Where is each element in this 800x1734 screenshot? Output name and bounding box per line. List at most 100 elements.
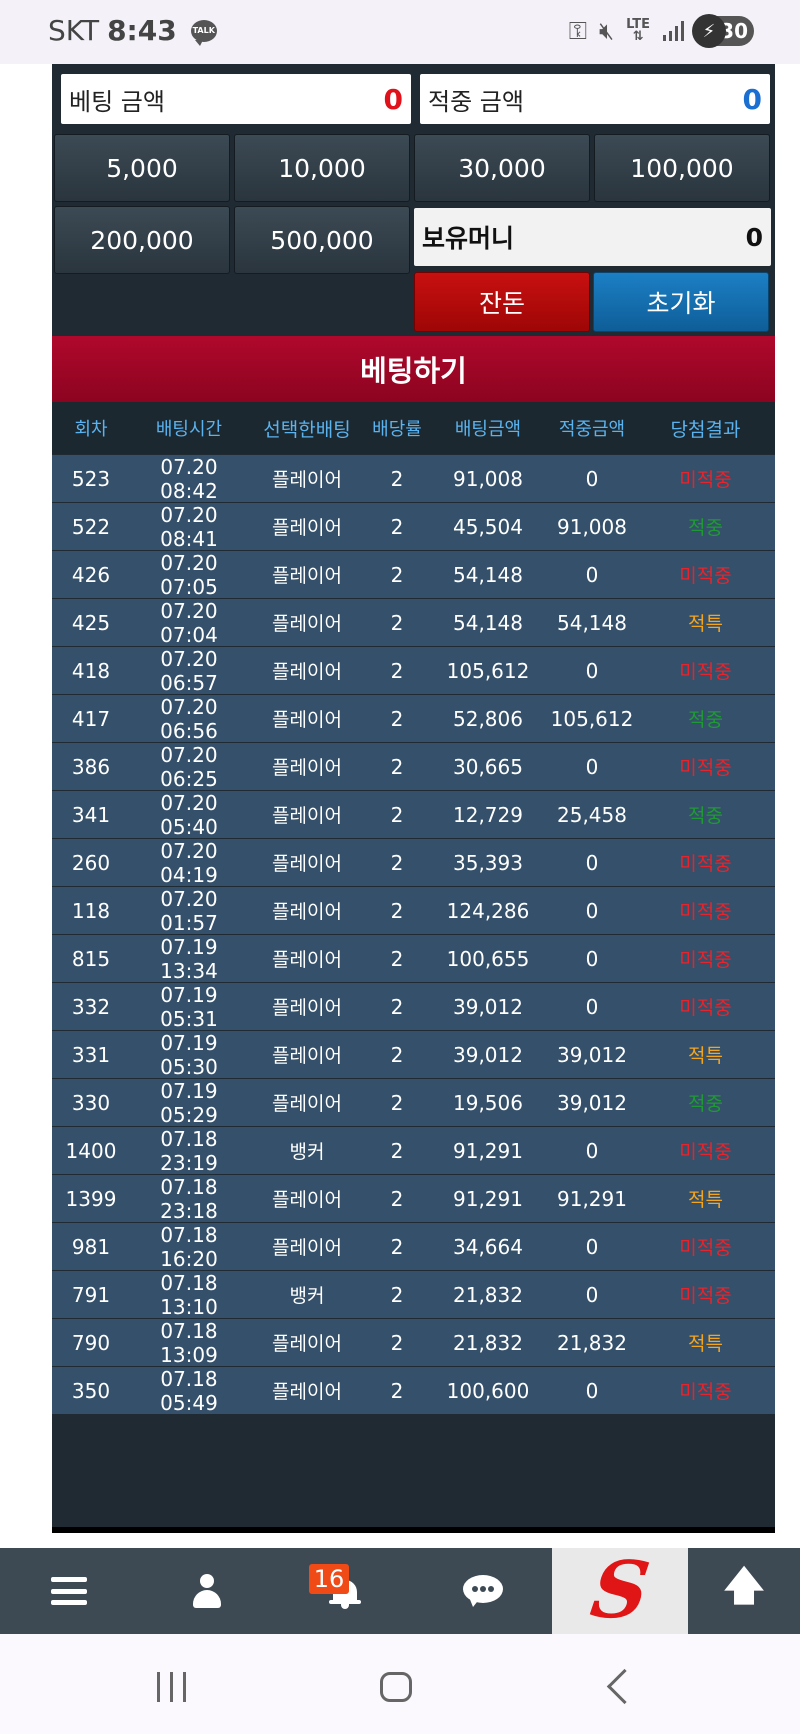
win-amount-value: 0: [742, 82, 762, 116]
cell-win-amount: 0: [585, 1378, 599, 1403]
cell-round: 522: [71, 514, 111, 539]
bet-panel: 베팅 금액 0 적중 금액 0 5,000 10,000 30,000 100,…: [52, 64, 775, 1533]
balance-box: 보유머니 0: [414, 208, 771, 266]
cell-time: 07.19 05:30: [160, 1030, 218, 1079]
cell-pick: 플레이어: [272, 1381, 342, 1403]
cell-odds: 2: [390, 994, 404, 1019]
bottom-app-bar: 16 S 🡅: [0, 1545, 800, 1636]
chat-icon: [463, 1575, 503, 1607]
site-logo-button[interactable]: S: [552, 1545, 688, 1636]
cell-win-amount: 54,148: [557, 610, 627, 635]
cell-time: 07.19 05:31: [160, 982, 218, 1031]
cell-pick: 플레이어: [272, 613, 342, 635]
cell-bet-amount: 52,806: [453, 706, 523, 731]
cell-bet-amount: 30,665: [453, 754, 523, 779]
cell-result: 미적중: [679, 661, 732, 683]
cell-pick: 플레이어: [272, 901, 342, 923]
cell-time: 07.18 13:09: [160, 1318, 218, 1367]
recents-icon[interactable]: [157, 1672, 186, 1702]
cell-bet-amount: 91,291: [453, 1138, 523, 1163]
cell-win-amount: 0: [585, 754, 599, 779]
cell-result: 적특: [688, 1333, 723, 1355]
charging-icon: ⚡︎: [692, 14, 726, 48]
table-row: 522 07.20 08:41 플레이어 2 45,504 91,008 적중: [52, 503, 775, 551]
table-row: 331 07.19 05:30 플레이어 2 39,012 39,012 적특: [52, 1030, 775, 1079]
cell-pick: 뱅커: [289, 1141, 325, 1163]
profile-button[interactable]: [138, 1548, 276, 1634]
cell-round: 331: [71, 1042, 111, 1067]
cell-bet-amount: 124,286: [446, 898, 530, 923]
cell-pick: 플레이어: [272, 805, 342, 827]
cell-round: 815: [71, 946, 111, 971]
cell-round: 350: [71, 1378, 111, 1403]
cell-result: 적중: [688, 805, 723, 827]
chip-100000-button[interactable]: 100,000: [594, 134, 770, 202]
cell-bet-amount: 34,664: [453, 1234, 523, 1259]
chip-10000-button[interactable]: 10,000: [234, 134, 410, 202]
table-row: 118 07.20 01:57 플레이어 2 124,286 0 미적중: [52, 887, 775, 935]
notification-badge: 16: [309, 1564, 349, 1594]
table-row: 426 07.20 07:05 플레이어 2 54,148 0 미적중: [52, 551, 775, 599]
reset-button[interactable]: 초기화: [593, 272, 769, 332]
cell-result: 미적중: [679, 1237, 732, 1259]
carrier-name: SKT: [48, 14, 100, 47]
cell-win-amount: 0: [585, 850, 599, 875]
table-row: 815 07.19 13:34 플레이어 2 100,655 0 미적중: [52, 935, 775, 983]
balance-value: 0: [745, 222, 763, 252]
chip-200000-button[interactable]: 200,000: [54, 206, 230, 274]
cell-time: 07.20 08:42: [160, 454, 218, 503]
cell-odds: 2: [390, 1330, 404, 1355]
back-icon[interactable]: [606, 1668, 643, 1705]
cell-odds: 2: [390, 850, 404, 875]
scroll-top-button[interactable]: 🡅: [688, 1548, 800, 1634]
cell-round: 332: [71, 994, 111, 1019]
cell-odds: 2: [390, 1282, 404, 1307]
clock: 8:43: [107, 14, 177, 47]
cell-odds: 2: [390, 802, 404, 827]
chip-30000-button[interactable]: 30,000: [414, 134, 590, 202]
cell-bet-amount: 19,506: [453, 1090, 523, 1115]
cell-pick: 플레이어: [272, 997, 342, 1019]
win-amount-label: 적중 금액: [428, 87, 524, 116]
cell-win-amount: 0: [585, 1234, 599, 1259]
table-row: 1399 07.18 23:18 플레이어 2 91,291 91,291 적특: [52, 1175, 775, 1223]
chat-button[interactable]: [414, 1548, 552, 1634]
cell-win-amount: 91,291: [557, 1186, 627, 1211]
place-bet-button[interactable]: 베팅하기: [52, 336, 775, 402]
home-icon[interactable]: [380, 1672, 412, 1702]
system-navigation-bar: [0, 1634, 800, 1734]
cell-bet-amount: 35,393: [453, 850, 523, 875]
cell-round: 418: [71, 658, 111, 683]
chip-5000-button[interactable]: 5,000: [54, 134, 230, 202]
cell-result: 미적중: [679, 901, 732, 923]
header-round: 회차: [74, 419, 108, 440]
table-row: 981 07.18 16:20 플레이어 2 34,664 0 미적중: [52, 1223, 775, 1271]
cell-odds: 2: [390, 1186, 404, 1211]
cell-odds: 2: [390, 946, 404, 971]
cell-result: 미적중: [679, 565, 732, 587]
cell-round: 426: [71, 562, 111, 587]
change-button[interactable]: 잔돈: [414, 272, 590, 332]
cell-pick: 플레이어: [272, 565, 342, 587]
cell-odds: 2: [390, 562, 404, 587]
table-row: 386 07.20 06:25 플레이어 2 30,665 0 미적중: [52, 743, 775, 791]
cell-round: 341: [71, 802, 111, 827]
cell-bet-amount: 54,148: [453, 562, 523, 587]
cell-win-amount: 0: [585, 946, 599, 971]
cell-bet-amount: 39,012: [453, 994, 523, 1019]
menu-button[interactable]: [0, 1548, 138, 1634]
cell-win-amount: 0: [585, 466, 599, 491]
panel-bottom-border: [52, 1527, 775, 1533]
cell-pick: 플레이어: [272, 1189, 342, 1211]
status-bar: SKT 8:43 TALK ⚿ 🔇︎ LTE ⇅ ⚡︎ 30: [0, 0, 800, 64]
cell-time: 07.20 06:56: [160, 694, 218, 743]
cell-result: 적중: [688, 709, 723, 731]
chip-500000-button[interactable]: 500,000: [234, 206, 410, 274]
cell-bet-amount: 100,655: [446, 946, 530, 971]
cell-result: 미적중: [679, 1285, 732, 1307]
cell-pick: 플레이어: [272, 853, 342, 875]
site-logo: S: [585, 1545, 655, 1636]
bet-amount-value: 0: [383, 82, 403, 116]
signal-icon: [663, 21, 684, 41]
cell-odds: 2: [390, 466, 404, 491]
